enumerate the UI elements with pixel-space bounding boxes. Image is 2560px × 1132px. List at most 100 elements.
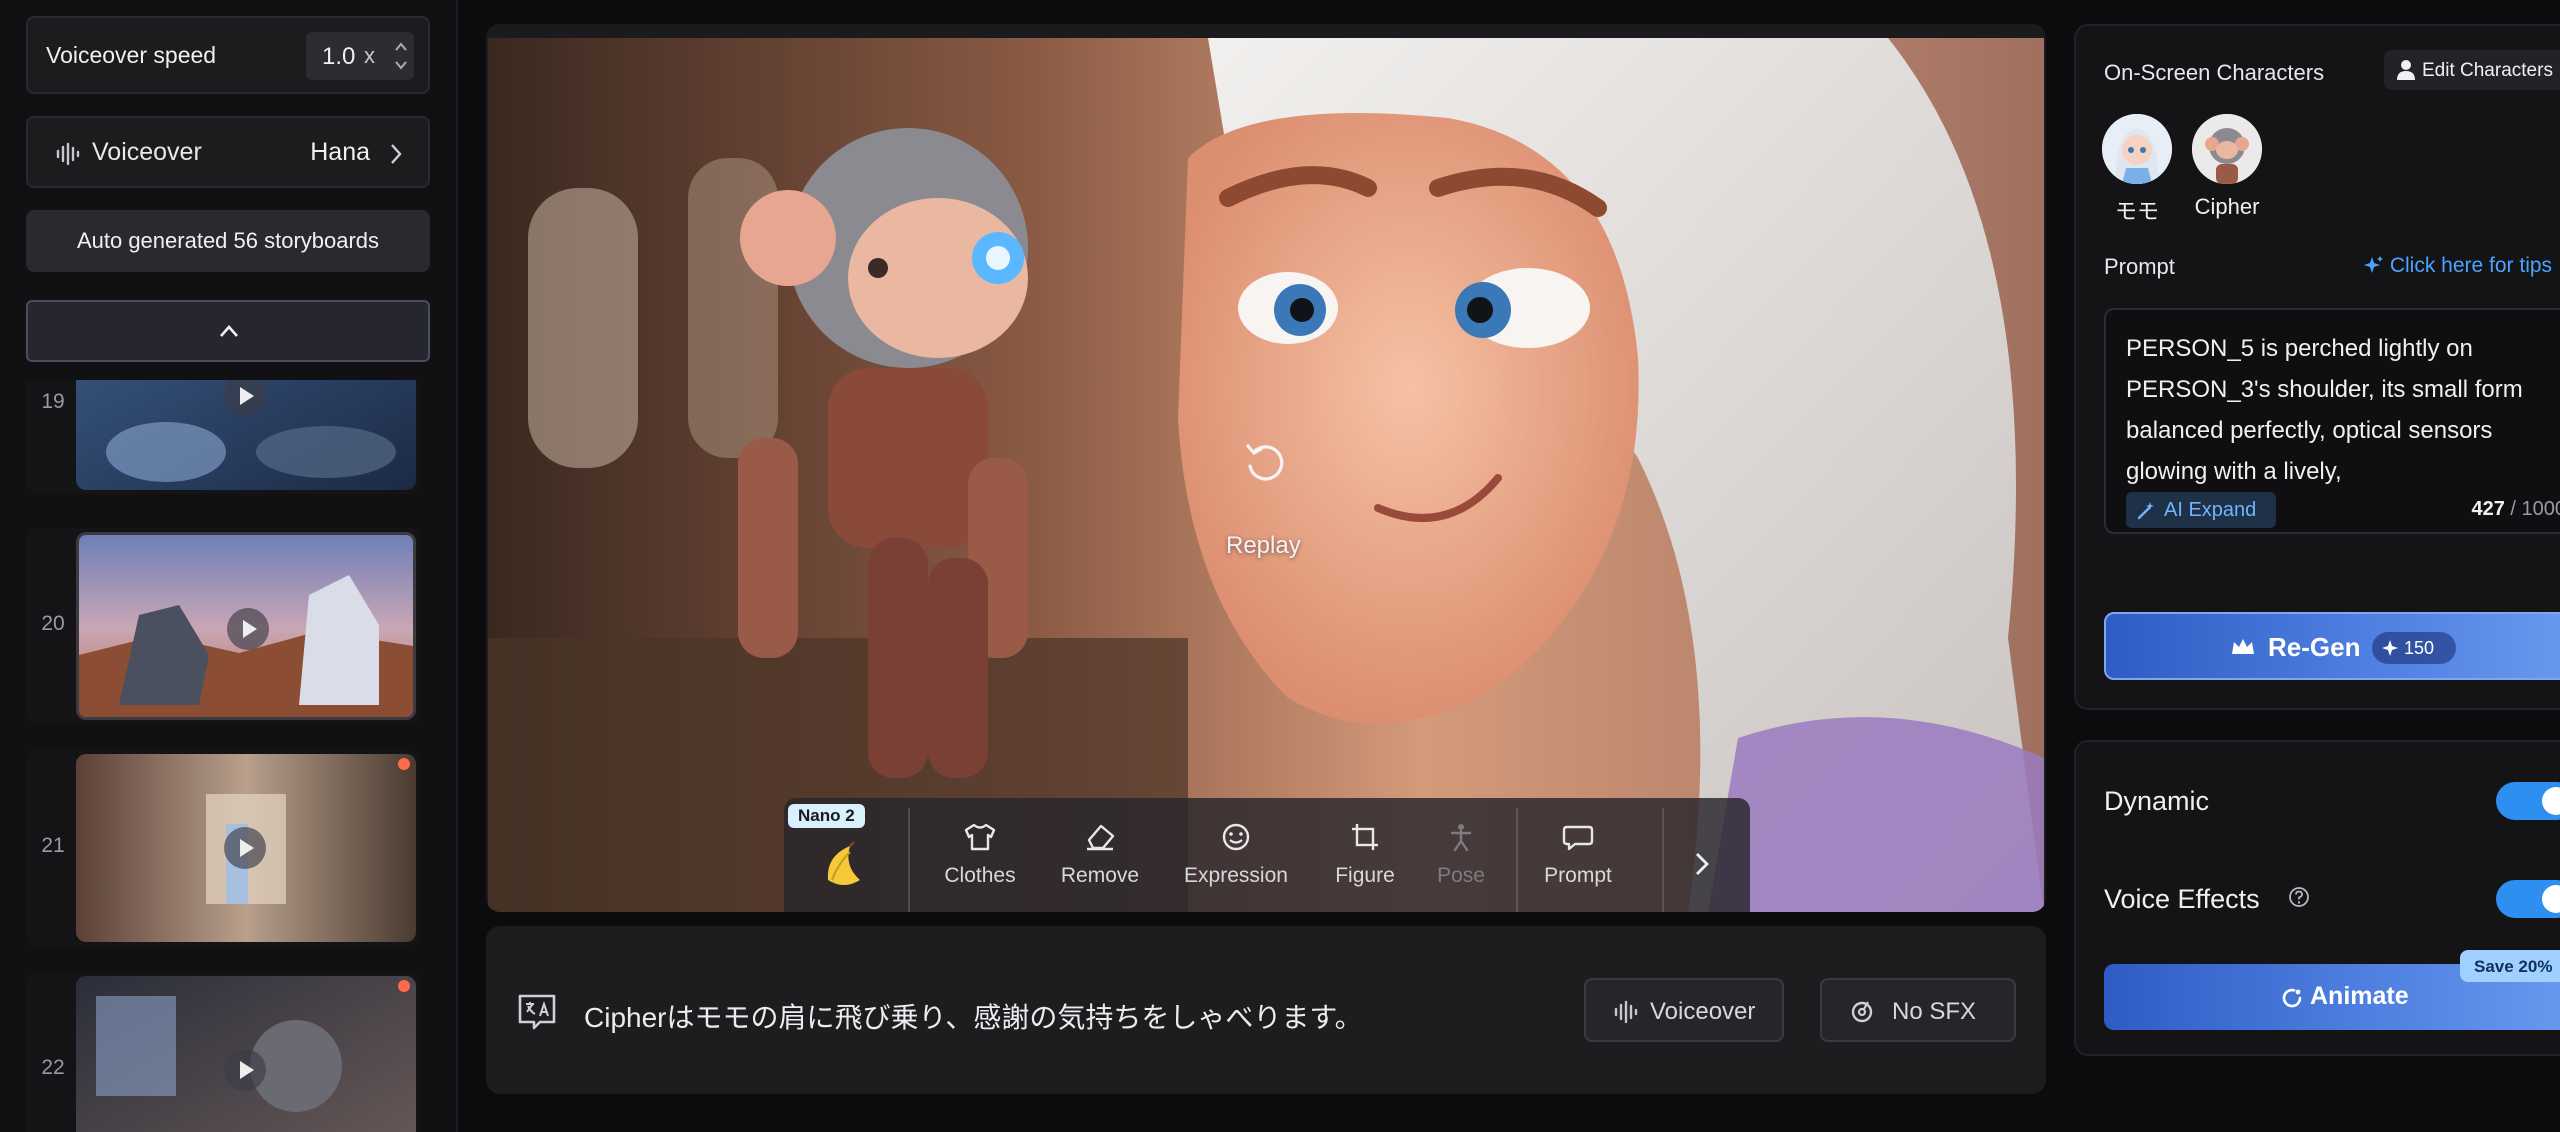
speed-unit: x [364,43,375,68]
save-discount-badge: Save 20% [2460,950,2560,982]
tool-prompt[interactable]: Prompt [1530,816,1626,912]
regen-button[interactable]: Re-Gen 150 [2104,612,2560,680]
speed-stepper[interactable]: 1.0 x [306,32,414,80]
storyboard-thumbnail[interactable] [76,380,416,490]
figure-crop-icon [1352,824,1378,850]
tool-expression[interactable]: Expression [1176,816,1296,912]
caption-text[interactable]: Cipherはモモの肩に飛び乗り、感謝の気持ちをしゃべります。 [584,996,1363,1036]
storyboard-thumbnail[interactable] [76,754,416,942]
voiceover-value: Hana [310,138,370,166]
play-icon[interactable] [224,1049,266,1091]
credit-icon [2382,640,2398,656]
tool-remove[interactable]: Remove [1056,816,1144,912]
pose-icon [1450,824,1472,852]
voiceover-speed-control: Voiceover speed 1.0 x [26,16,430,94]
user-icon [2397,60,2415,80]
character-cipher[interactable]: Cipher [2182,114,2272,220]
replay-icon[interactable] [1240,438,1290,488]
avatar-image [2192,114,2262,184]
dynamic-toggle[interactable] [2496,782,2560,820]
storyboard-item-22[interactable]: 22 [26,972,420,1132]
prompt-textarea[interactable]: PERSON_5 is perched lightly on PERSON_3'… [2104,308,2560,534]
subtitle-translate-icon [518,994,556,1030]
banana-icon[interactable] [820,840,866,892]
sfx-button[interactable]: No SFX [1820,978,2016,1042]
sfx-icon [1851,1001,1873,1023]
character-momo[interactable]: モモ [2092,114,2182,226]
animate-icon [2282,988,2302,1008]
tool-clothes[interactable]: Clothes [936,816,1024,912]
chevron-right-icon [391,144,402,164]
prompt-tips-link[interactable]: Click here for tips [2364,254,2552,278]
animate-label: Animate [2310,982,2409,1010]
shirt-icon [964,823,996,851]
avatar[interactable] [2102,114,2172,184]
character-name: モモ [2114,199,2159,224]
storyboard-number: 20 [41,612,65,635]
chevron-up-icon [220,325,238,337]
avatar-image [2102,114,2172,184]
preview-image[interactable]: Replay [488,38,2044,912]
voiceover-button[interactable]: Voiceover [1584,978,1784,1042]
avatar[interactable] [2192,114,2262,184]
tool-pose: Pose [1428,816,1494,912]
scene-settings-panel: On-Screen Characters Edit Characters モモ [2074,24,2560,710]
character-count: 427 / 1000 [2471,498,2560,521]
collapse-storyboards-button[interactable] [26,300,430,362]
storyboard-number: 19 [41,390,65,413]
storyboard-item-20[interactable]: 20 [26,528,420,724]
storyboard-item-19[interactable]: 19 [26,380,420,494]
prompt-tips-label: Click here for tips [2389,254,2553,277]
tool-label: Remove [1060,864,1140,887]
play-icon[interactable] [224,827,266,869]
chevron-right-icon[interactable] [1684,844,1720,884]
toolbar-divider [908,808,910,912]
voiceover-speed-label: Voiceover speed [46,42,217,68]
storyboard-thumbnail[interactable] [76,532,416,720]
credit-cost-badge: 150 [2372,632,2456,664]
play-icon[interactable] [227,608,269,650]
speed-value[interactable]: 1.0 [322,43,355,71]
crown-icon [2232,639,2254,654]
app-root: Voiceover speed 1.0 x Voiceover Hana Aut… [0,0,2560,1132]
smile-icon [1222,823,1250,851]
voiceover-selector[interactable]: Voiceover Hana [26,116,430,188]
prompt-text[interactable]: PERSON_5 is perched lightly on PERSON_3'… [2126,328,2560,484]
on-screen-characters-title: On-Screen Characters [2104,60,2325,85]
waveform-icon [1614,1000,1638,1024]
voiceover-button-label: Voiceover [1650,998,1756,1025]
edit-characters-button[interactable]: Edit Characters [2384,50,2560,90]
help-icon[interactable] [2288,886,2310,908]
edit-toolbar: Nano 2 Clothes Remove Expression Figure … [784,798,1750,912]
unsaved-indicator [398,758,410,770]
preview-stage: Replay Nano 2 Clothes Remove Expression … [486,24,2046,912]
caption-bar: Cipherはモモの肩に飛び乗り、感謝の気持ちをしゃべります。 Voiceove… [486,926,2046,1094]
auto-generated-storyboards-button[interactable]: Auto generated 56 storyboards [26,210,430,272]
voice-effects-toggle[interactable] [2496,880,2560,918]
sfx-button-label: No SFX [1892,998,1977,1025]
character-count-value: 427 [2471,498,2505,520]
storyboard-item-21[interactable]: 21 [26,750,420,946]
tool-label: Figure [1335,864,1395,887]
credit-cost-value: 150 [2404,638,2435,658]
storyboard-number: 21 [41,834,65,857]
storyboard-list[interactable]: 19 20 21 22 [26,380,430,1132]
eraser-icon [1087,824,1115,851]
ai-expand-button[interactable]: AI Expand [2126,492,2276,528]
replay-label[interactable]: Replay [1226,532,1301,560]
stepper-arrows-icon[interactable] [392,36,410,76]
waveform-icon [56,142,80,166]
storyboard-number: 22 [41,1056,65,1079]
tool-label: Clothes [944,864,1016,887]
prompt-label: Prompt [2104,254,2175,279]
sparkle-icon [2364,256,2383,273]
character-name: Cipher [2194,194,2260,219]
speech-bubble-icon [1562,825,1594,851]
tool-figure[interactable]: Figure [1322,816,1408,912]
ai-expand-label: AI Expand [2164,499,2257,521]
storyboard-thumbnail[interactable] [76,976,416,1132]
character-count-max: / 1000 [2510,498,2560,520]
generation-options-panel: Dynamic Voice Effects Animate [2074,740,2560,1056]
magic-wand-icon [2137,502,2154,520]
unsaved-indicator [398,980,410,992]
